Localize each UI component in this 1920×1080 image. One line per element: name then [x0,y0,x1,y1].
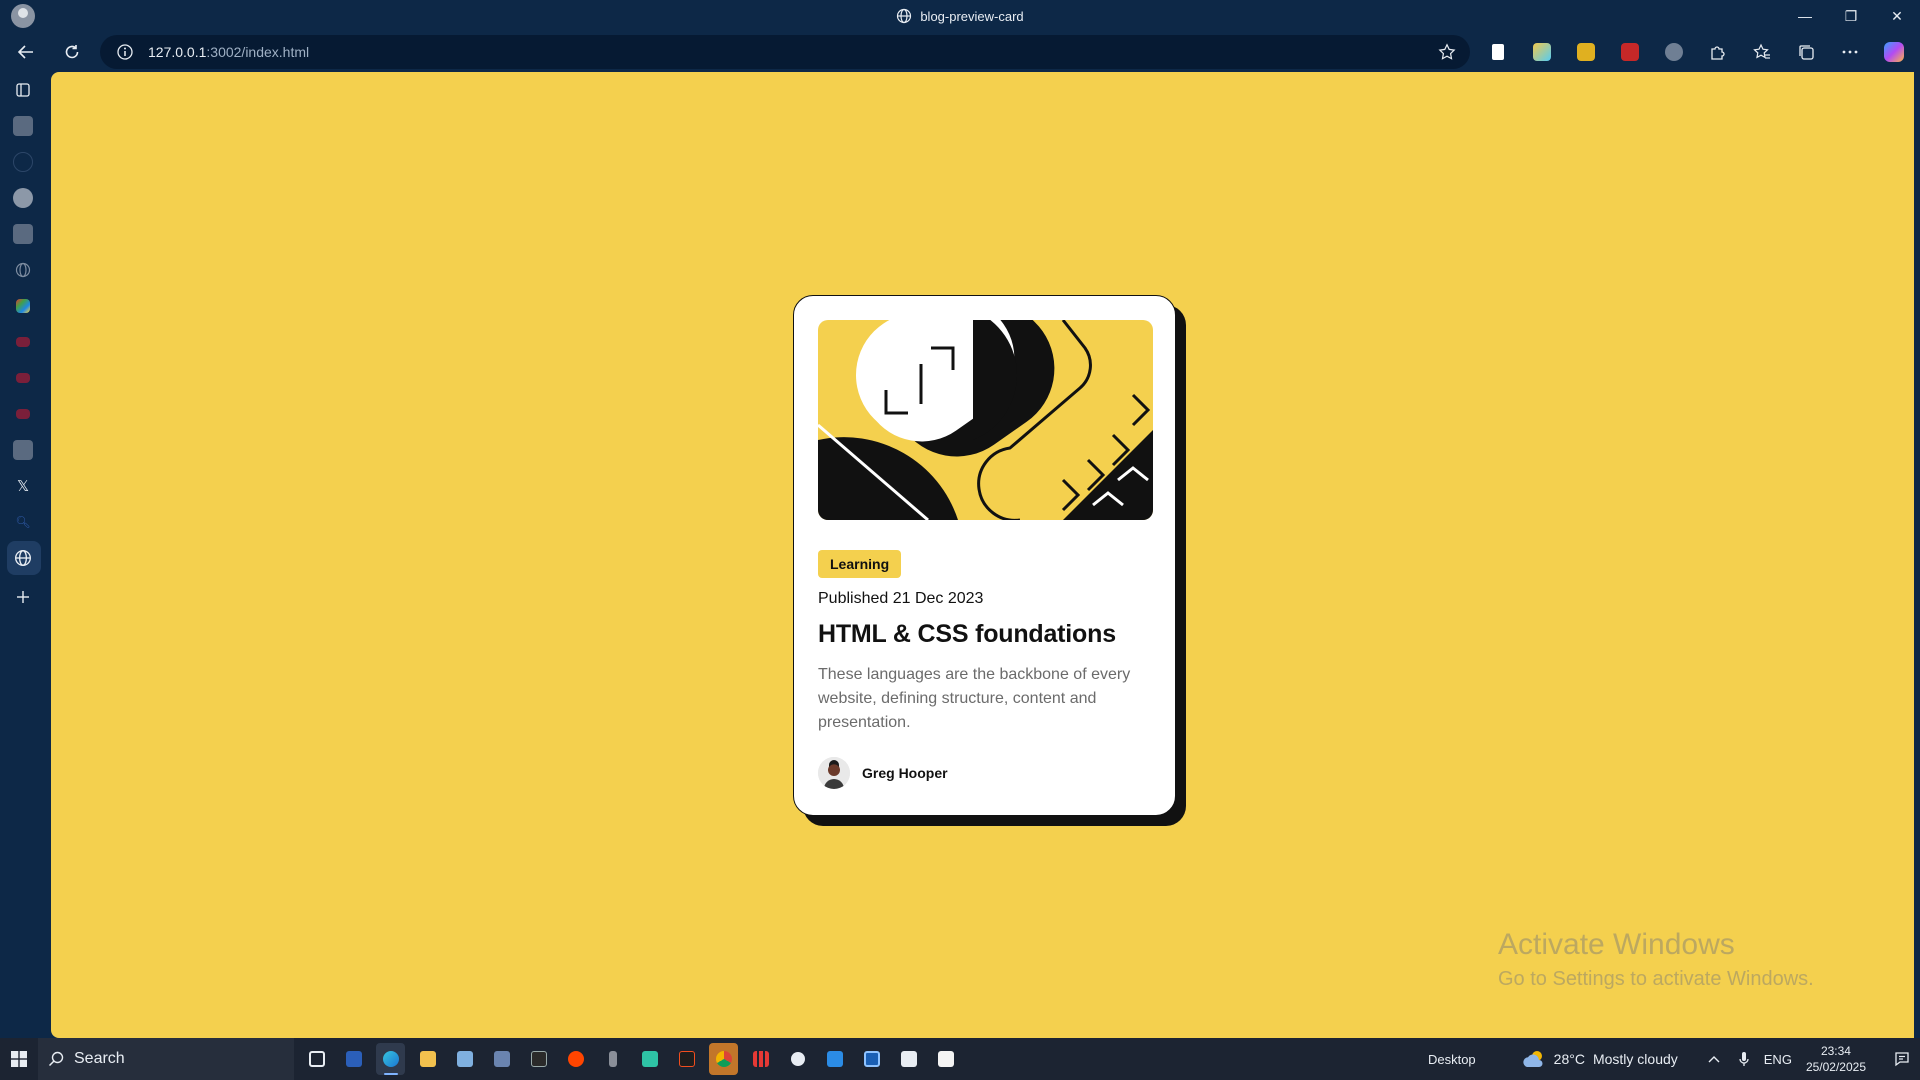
refresh-icon [65,45,79,59]
card-title[interactable]: HTML & CSS foundations [818,620,1151,649]
app-grid-icon[interactable] [746,1043,775,1075]
globe-icon[interactable] [13,260,33,280]
apps-icon[interactable] [16,299,30,313]
notion-icon[interactable] [524,1043,553,1075]
copilot-ext-icon[interactable] [1526,36,1558,68]
task-view-icon[interactable] [302,1043,331,1075]
reddit-icon[interactable] [561,1043,590,1075]
youtube-icon[interactable] [16,373,30,383]
url-host: 127.0.0.1 [148,44,207,60]
clock-time: 23:34 [1820,1044,1851,1058]
sidebar-site-icon[interactable] [13,440,33,460]
address-bar[interactable]: 127.0.0.1:3002/index.html [100,35,1470,69]
vscode-icon[interactable] [820,1043,849,1075]
youtube-icon[interactable] [16,409,30,419]
clock-date: 25/02/2025 [1805,1060,1866,1074]
github-icon[interactable] [13,188,33,208]
figma-icon[interactable] [672,1043,701,1075]
globe-icon [897,8,912,24]
clock[interactable]: 23:34 25/02/2025 [1806,1043,1866,1075]
favorite-star-icon[interactable] [1438,43,1456,61]
youtube-icon[interactable] [16,337,30,347]
notification-icon[interactable] [1884,1038,1920,1080]
sidebar-circle-icon[interactable] [13,152,33,172]
weather-temp: 28°C [1553,1051,1585,1067]
windows-icon [11,1051,27,1067]
close-button[interactable]: ✕ [1874,0,1920,32]
clapper-icon[interactable] [1570,36,1602,68]
tabs-icon[interactable] [13,80,33,100]
shield-icon[interactable] [1658,36,1690,68]
author-avatar [818,757,850,789]
restore-button[interactable]: ❐ [1828,0,1874,32]
language-indicator[interactable]: ENG [1764,1052,1792,1067]
reading-list-icon[interactable] [1482,36,1514,68]
edge-icon[interactable] [376,1043,405,1075]
published-date: Published 21 Dec 2023 [818,590,984,607]
search-icon[interactable]: 🔍︎ [13,512,33,532]
usb-icon[interactable] [598,1043,627,1075]
extensions-bar [1482,36,1910,68]
cloud-sun-icon [1523,1051,1543,1067]
chrome-icon[interactable] [709,1043,738,1075]
puzzle-icon[interactable] [1702,36,1734,68]
title-bar: blog-preview-card — ❐ ✕ [0,0,1920,32]
watermark-title: Activate Windows [1498,928,1735,961]
calculator-icon[interactable] [487,1043,516,1075]
sidebar-site-icon[interactable] [13,116,33,136]
card-illustration [818,320,1153,520]
app-icon[interactable] [857,1043,886,1075]
add-icon[interactable] [13,587,33,607]
url-text[interactable]: 127.0.0.1:3002/index.html [148,44,309,60]
minimize-button[interactable]: — [1782,0,1828,32]
url-path: :3002/index.html [206,44,310,60]
author: Greg Hooper [818,757,1151,789]
back-arrow-icon [17,45,33,59]
blog-preview-card[interactable]: Learning Published 21 Dec 2023 HTML & CS… [793,295,1176,816]
activation-watermark: Activate Windows Go to Settings to activ… [1498,928,1814,991]
sidebar-site-icon[interactable] [13,224,33,244]
x-icon[interactable]: 𝕏 [13,476,33,496]
watermark-subtitle: Go to Settings to activate Windows. [1498,968,1814,990]
info-icon[interactable] [116,43,134,61]
settings-icon[interactable] [783,1043,812,1075]
more-icon[interactable] [1834,36,1866,68]
weather-widget[interactable]: 28°C Mostly cloudy [1522,1048,1678,1070]
terminal-icon[interactable] [894,1043,923,1075]
author-name: Greg Hooper [862,765,948,781]
weather-text: Mostly cloudy [1592,1051,1678,1067]
browser-sidebar: 𝕏 🔍︎ [0,72,51,1038]
category-tag[interactable]: Learning [818,550,902,578]
window-title: blog-preview-card [0,0,1920,32]
chevron-up-icon[interactable] [1704,1049,1724,1069]
refresh-button[interactable] [56,36,88,68]
favorites-icon[interactable] [1746,36,1778,68]
card-description: These languages are the backbone of ever… [818,666,1131,731]
back-button[interactable] [10,36,42,68]
system-tray: Desktop 28°C Mostly cloudy ENG 23:34 25/… [1428,1038,1920,1080]
search-icon [48,1051,64,1067]
desktop-label[interactable]: Desktop [1428,1052,1476,1067]
word-icon[interactable] [339,1043,368,1075]
browser-toolbar: 127.0.0.1:3002/index.html [0,32,1920,72]
globe-icon[interactable] [13,548,33,568]
taskbar: Search Desktop 28°C Mostly cloudy ENG 23 [0,1038,1920,1080]
acrobat-icon[interactable] [1614,36,1646,68]
taskbar-search[interactable]: Search [38,1038,294,1080]
search-label: Search [74,1050,125,1067]
copilot-icon[interactable] [1878,36,1910,68]
tab-title: blog-preview-card [920,8,1024,24]
chat-app-icon[interactable] [635,1043,664,1075]
collections-icon[interactable] [1790,36,1822,68]
file-explorer-icon[interactable] [413,1043,442,1075]
taskbar-apps [302,1043,960,1075]
notion-icon[interactable] [931,1043,960,1075]
start-button[interactable] [0,1038,38,1080]
app-icon[interactable] [450,1043,479,1075]
microphone-icon[interactable] [1734,1049,1754,1069]
